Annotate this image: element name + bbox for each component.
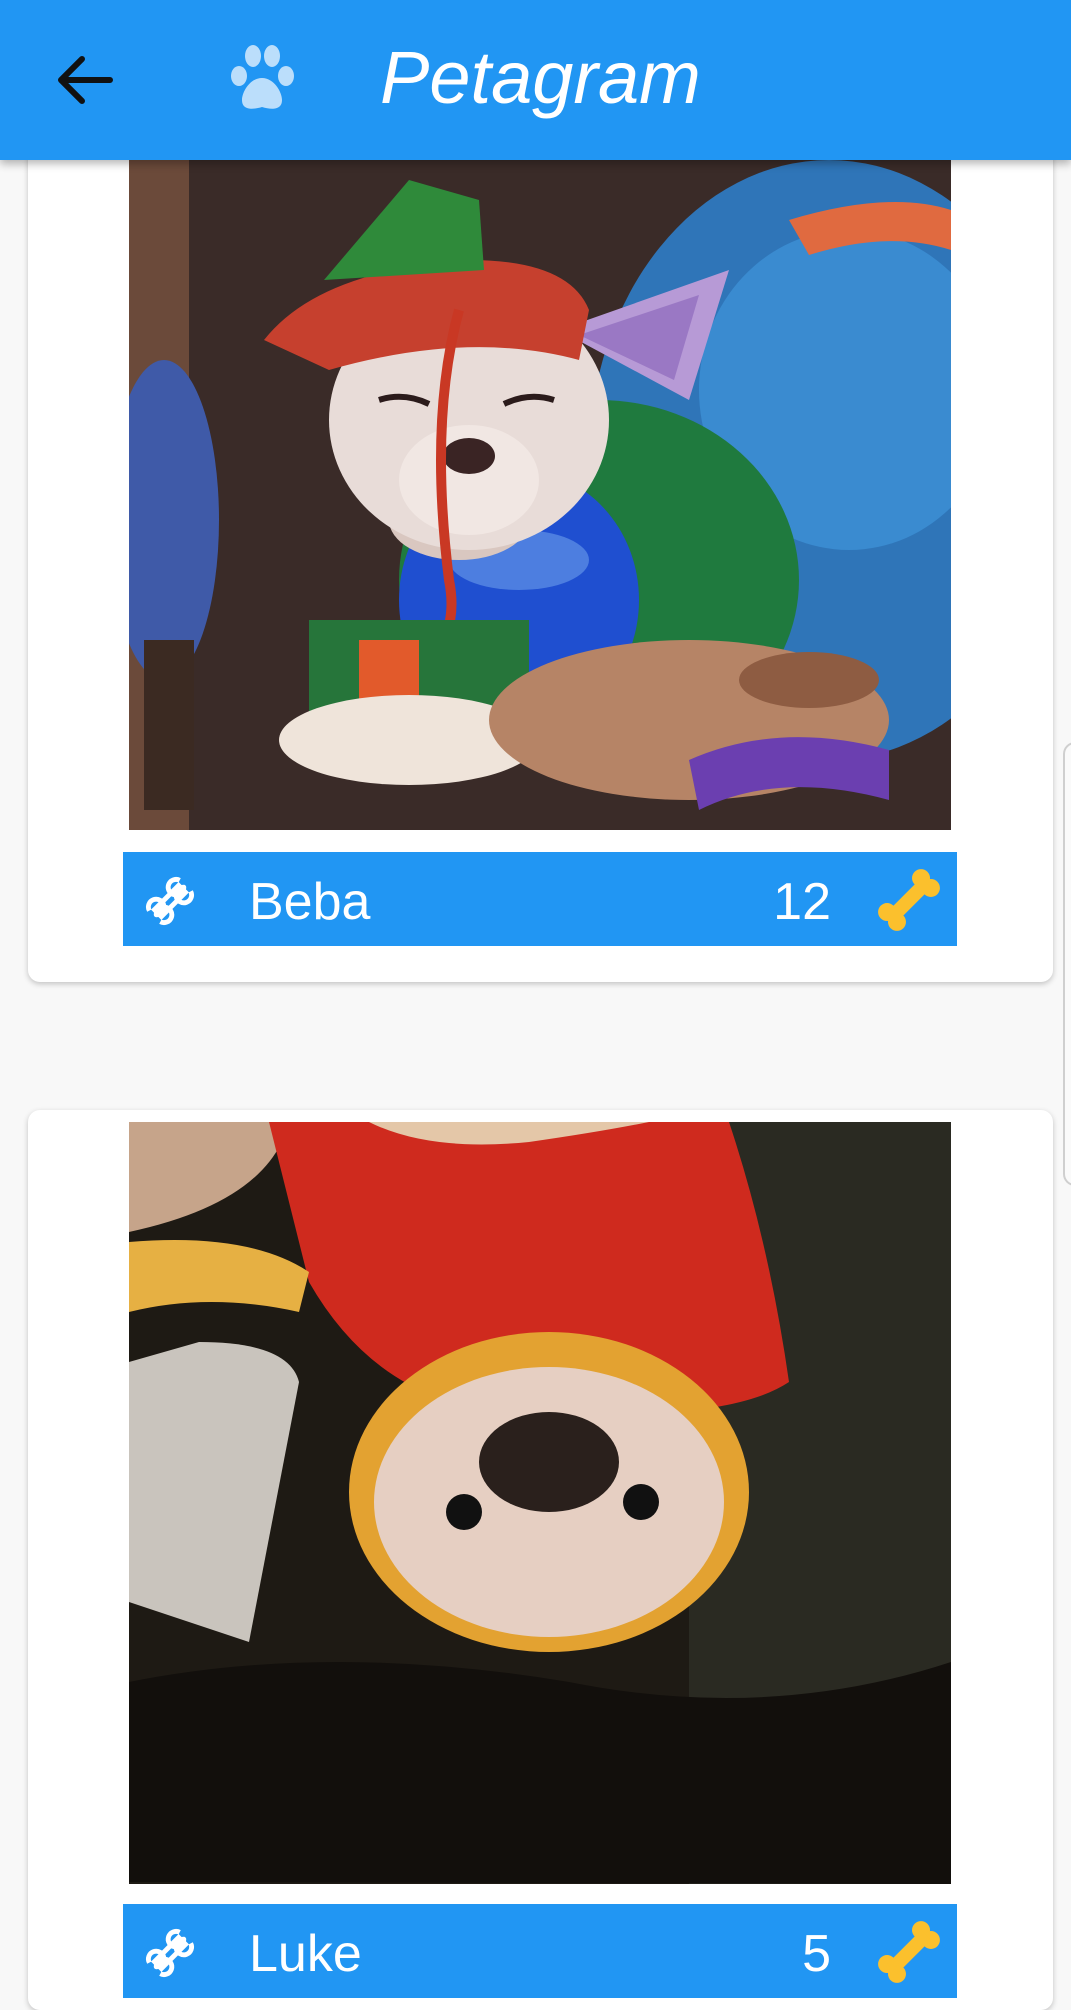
likes-count: 12 xyxy=(773,873,831,931)
bone-outline-icon[interactable] xyxy=(131,1914,209,1992)
app-title: Petagram xyxy=(380,36,701,119)
bone-outline-icon[interactable] xyxy=(131,862,209,940)
pet-photo xyxy=(129,1122,951,1884)
pet-card: Luke 5 xyxy=(28,1110,1053,2010)
arrow-back-icon[interactable] xyxy=(44,40,124,120)
pet-name: Luke xyxy=(249,1925,362,1983)
bone-yellow-icon xyxy=(878,869,940,931)
app-bar: Petagram xyxy=(0,0,1071,160)
pet-info-bar: Beba 12 xyxy=(123,852,957,946)
pet-info-bar: Luke 5 xyxy=(123,1904,957,1998)
paw-icon xyxy=(231,45,294,109)
pet-name: Beba xyxy=(249,873,371,931)
pet-card: Beba 12 xyxy=(28,120,1053,982)
bone-yellow-icon xyxy=(878,1921,940,1983)
likes-count: 5 xyxy=(802,1925,831,1983)
scrollbar[interactable] xyxy=(1063,742,1071,1186)
pet-photo xyxy=(129,160,951,830)
